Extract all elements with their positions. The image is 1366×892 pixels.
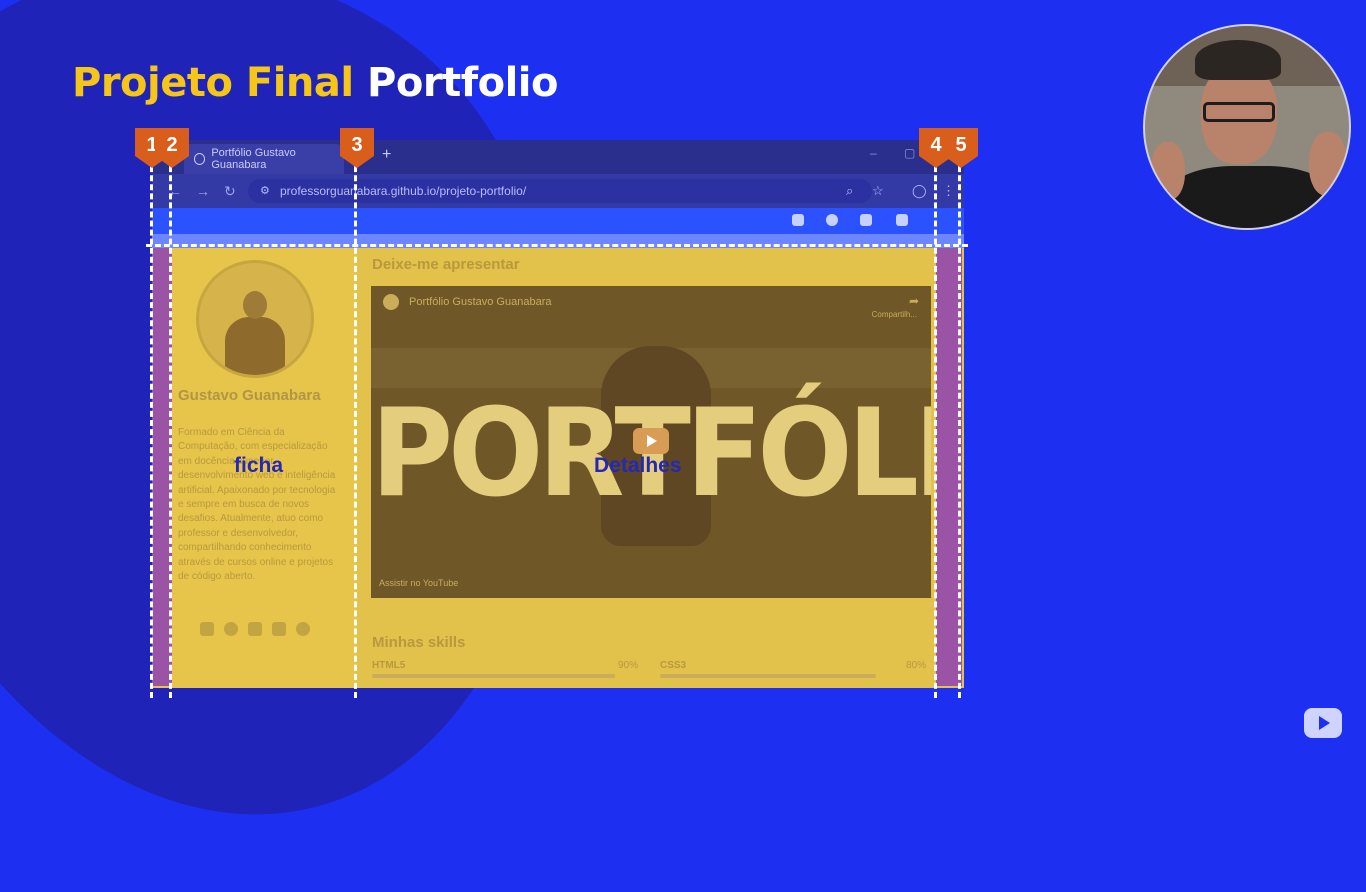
slide-title: Projeto Final Portfolio — [72, 60, 558, 106]
github-icon[interactable] — [224, 622, 238, 636]
maximize-icon[interactable]: ▢ — [904, 146, 915, 160]
play-icon[interactable] — [633, 428, 669, 454]
home-icon[interactable] — [792, 214, 804, 226]
profile-name: Gustavo Guanabara — [178, 387, 321, 404]
label-ficha: ficha — [234, 454, 284, 477]
site-header — [152, 208, 964, 234]
graduation-icon[interactable] — [860, 214, 872, 226]
watch-on-youtube[interactable]: Assistir no YouTube — [379, 578, 458, 588]
address-input[interactable]: ⚙ professorguanabara.github.io/projeto-p… — [248, 179, 872, 203]
site-info-icon[interactable]: ⚙ — [260, 179, 270, 203]
section-intro-title: Deixe-me apresentar — [372, 256, 520, 273]
info-icon[interactable] — [826, 214, 838, 226]
address-bar-row: ← → ↻ ⚙ professorguanabara.github.io/pro… — [152, 174, 964, 208]
browser-window: Portfólio Gustavo Guanabara + – ▢ ← → ↻ … — [152, 140, 964, 688]
skill-name: HTML5 — [372, 660, 406, 671]
skill-percent: 90% — [618, 660, 639, 671]
tab-title: Portfólio Gustavo Guanabara — [211, 147, 296, 171]
video-brand-logo-icon — [1304, 708, 1342, 738]
presenter-webcam — [1143, 24, 1351, 230]
share-label[interactable]: Compartilh... — [872, 310, 917, 319]
favicon-icon — [194, 153, 206, 165]
skill-bar — [372, 674, 615, 678]
youtube-icon[interactable] — [248, 622, 262, 636]
guide-line-4 — [934, 148, 937, 698]
title-part1: Projeto Final — [72, 60, 354, 106]
share-icon[interactable]: ➦ — [909, 294, 919, 308]
skill-bar — [660, 674, 876, 678]
instagram-icon[interactable] — [272, 622, 286, 636]
guide-line-3 — [354, 148, 357, 698]
address-text: professorguanabara.github.io/projeto-por… — [280, 184, 527, 198]
linkedin-icon[interactable] — [200, 622, 214, 636]
guide-line-2 — [169, 148, 172, 698]
profile-bio: Formado em Ciência da Computação, com es… — [178, 427, 336, 583]
browser-tab[interactable]: Portfólio Gustavo Guanabara — [184, 144, 344, 174]
channel-logo-icon — [383, 294, 399, 310]
label-detalhes: Detalhes — [594, 454, 682, 477]
skill-name: CSS3 — [660, 660, 687, 671]
profile-icon[interactable]: ◯ — [912, 183, 927, 199]
minimize-icon[interactable]: – — [870, 146, 877, 160]
tab-bar: Portfólio Gustavo Guanabara + – ▢ — [152, 140, 964, 174]
skill-percent: 80% — [906, 660, 927, 671]
guide-line-5 — [958, 148, 961, 698]
section-skills-title: Minhas skills — [372, 634, 466, 651]
star-icon[interactable]: ☆ — [872, 183, 884, 199]
settings-icon[interactable] — [896, 214, 908, 226]
reload-icon[interactable]: ↻ — [224, 183, 236, 200]
guide-line-1 — [150, 148, 153, 698]
video-embed[interactable]: Portfólio Gustavo Guanabara ➦ Compartilh… — [371, 286, 931, 598]
video-title[interactable]: Portfólio Gustavo Guanabara — [409, 296, 551, 308]
new-tab-button[interactable]: + — [382, 146, 391, 164]
search-icon[interactable]: ⌕ — [846, 183, 853, 199]
avatar — [196, 260, 314, 378]
social-links — [200, 622, 310, 636]
title-part2: Portfolio — [367, 60, 558, 106]
globe-icon[interactable] — [296, 622, 310, 636]
forward-icon[interactable]: → — [196, 183, 210, 199]
menu-icon[interactable]: ⋮ — [942, 183, 955, 199]
guide-line-horizontal — [146, 244, 968, 247]
